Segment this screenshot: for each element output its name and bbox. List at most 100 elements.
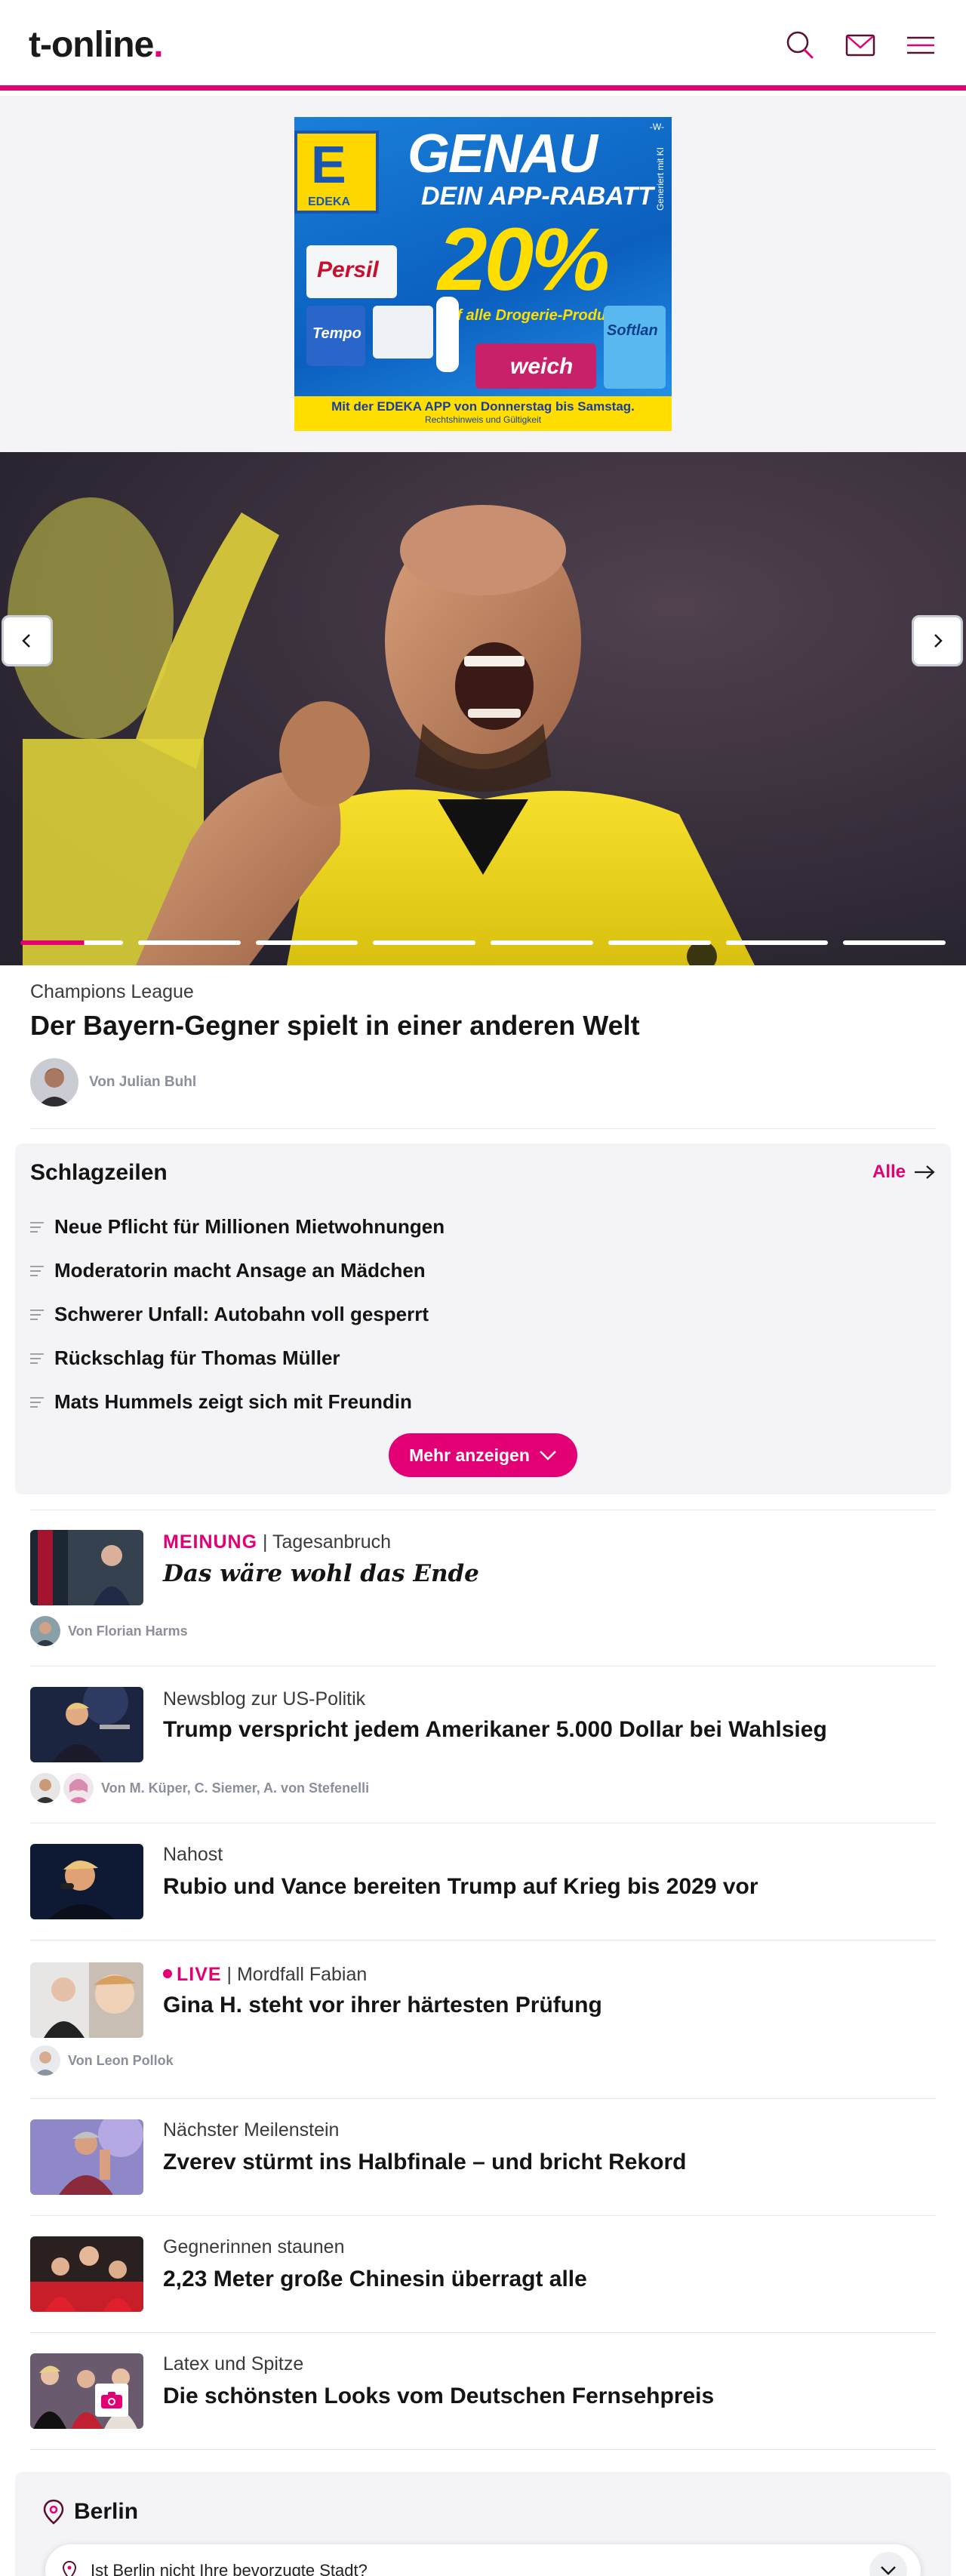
- t-online-logo[interactable]: t-online.: [29, 24, 164, 66]
- search-icon[interactable]: [783, 29, 817, 62]
- article-lines-icon: [30, 1265, 44, 1276]
- divider: [30, 2332, 936, 2333]
- ad-product-weich: weich: [475, 343, 596, 389]
- ad-footer: Mit der EDEKA APP von Donnerstag bis Sam…: [294, 396, 672, 431]
- article-title[interactable]: 2,23 Meter große Chinesin überragt alle: [163, 2267, 587, 2292]
- edeka-logo: E EDEKA: [294, 131, 379, 214]
- gallery-badge: [95, 2384, 128, 2417]
- carousel-dot[interactable]: [255, 940, 358, 945]
- ad-product-tissue: [373, 306, 433, 359]
- avatar: [30, 1616, 60, 1646]
- menu-icon[interactable]: [904, 29, 937, 62]
- hero-title[interactable]: Der Bayern-Gegner spielt in einer andere…: [30, 1010, 640, 1042]
- article-lines-icon: [30, 1396, 44, 1408]
- camera-icon: [101, 2392, 122, 2408]
- article-kicker: Latex und Spitze: [163, 2353, 304, 2374]
- ad-headline: GENAU: [408, 124, 598, 184]
- avatar: [63, 1773, 94, 1803]
- article-teaser[interactable]: Gegnerinnen staunen 2,23 Meter große Chi…: [30, 2236, 936, 2319]
- divider: [30, 1666, 936, 1667]
- ad-product-softlan: Softlan: [604, 306, 666, 389]
- chevron-down-icon: [539, 1451, 556, 1460]
- hero-author: Von Julian Buhl: [30, 1058, 196, 1106]
- article-kicker: Newsblog zur US-Politik: [163, 1688, 366, 1710]
- carousel-dot[interactable]: [137, 940, 241, 945]
- article-thumbnail: [30, 2236, 143, 2312]
- carousel-dot[interactable]: [20, 940, 123, 945]
- ad-corner-mark: -W-: [649, 122, 664, 132]
- hero-carousel[interactable]: [0, 452, 966, 965]
- chevron-right-icon: [934, 634, 943, 648]
- local-city-title: Berlin: [42, 2499, 138, 2525]
- article-teaser[interactable]: Nächster Meilenstein Zverev stürmt ins H…: [30, 2119, 936, 2202]
- article-title[interactable]: Gina H. steht vor ihrer härtesten Prüfun…: [163, 1993, 602, 2018]
- article-thumbnail: [30, 1962, 143, 2038]
- article-lines-icon: [30, 1353, 44, 1364]
- article-kicker: MEINUNG | Tagesanbruch: [163, 1531, 392, 1553]
- edeka-ad-banner[interactable]: E EDEKA GENAU DEIN APP-RABATT 20% auf al…: [294, 117, 672, 431]
- hero-image: [0, 452, 966, 965]
- carousel-dot[interactable]: [608, 940, 711, 945]
- arrow-right-icon: [915, 1165, 935, 1179]
- headline-item[interactable]: Schwerer Unfall: Autobahn voll gesperrt: [30, 1303, 429, 1326]
- article-teaser[interactable]: LIVE | Mordfall Fabian Gina H. steht vor…: [30, 1961, 936, 2104]
- hero-article-card[interactable]: Champions League Der Bayern-Gegner spiel…: [15, 966, 951, 1128]
- headlines-title: Schlagzeilen: [30, 1160, 168, 1185]
- article-title[interactable]: Trump verspricht jedem Amerikaner 5.000 …: [163, 1717, 827, 1743]
- article-lines-icon: [30, 1221, 44, 1233]
- carousel-dot[interactable]: [725, 940, 829, 945]
- article-thumbnail: [30, 1687, 143, 1762]
- carousel-dot[interactable]: [843, 940, 946, 945]
- show-more-button[interactable]: Mehr anzeigen: [389, 1433, 577, 1477]
- article-lines-icon: [30, 1309, 44, 1320]
- ad-product-bottle: [436, 297, 459, 372]
- article-teaser[interactable]: Latex und Spitze Die schönsten Looks vom…: [30, 2353, 936, 2436]
- ad-product-persil: Persil: [306, 245, 397, 298]
- article-author: Von Florian Harms: [30, 1616, 188, 1646]
- hero-kicker: Champions League: [30, 981, 194, 1002]
- avatar: [30, 1773, 60, 1803]
- article-title[interactable]: Die schönsten Looks vom Deutschen Fernse…: [163, 2384, 714, 2409]
- chevron-down-icon: [881, 2566, 896, 2575]
- location-pin-small-icon: [62, 2561, 77, 2576]
- headlines-box: Schlagzeilen Alle Neue Pflicht für Milli…: [15, 1143, 951, 1494]
- article-author: Von Leon Pollok: [30, 2045, 174, 2076]
- city-selector[interactable]: Ist Berlin nicht Ihre bevorzugte Stadt?: [45, 2544, 921, 2576]
- article-teaser[interactable]: Nahost Rubio und Vance bereiten Trump au…: [30, 1844, 936, 1927]
- article-kicker: LIVE | Mordfall Fabian: [163, 1964, 367, 1986]
- carousel-dot[interactable]: [491, 940, 593, 945]
- article-kicker: Nächster Meilenstein: [163, 2119, 340, 2141]
- site-header: t-online.: [0, 0, 966, 91]
- headline-item[interactable]: Mats Hummels zeigt sich mit Freundin: [30, 1390, 412, 1414]
- headlines-all-link[interactable]: Alle: [872, 1162, 936, 1183]
- article-teaser[interactable]: Newsblog zur US-Politik Trump verspricht…: [30, 1685, 936, 1829]
- local-news-box: Berlin Ist Berlin nicht Ihre bevorzugte …: [15, 2472, 951, 2576]
- carousel-prev-button[interactable]: [2, 615, 53, 666]
- mail-icon[interactable]: [844, 29, 877, 62]
- article-thumbnail: [30, 2353, 143, 2429]
- avatar: [30, 1058, 78, 1106]
- article-authors: Von M. Küper, C. Siemer, A. von Stefenel…: [30, 1773, 369, 1803]
- carousel-next-button[interactable]: [912, 615, 963, 666]
- headline-item[interactable]: Neue Pflicht für Millionen Mietwohnungen: [30, 1215, 445, 1239]
- article-thumbnail: [30, 1844, 143, 1919]
- article-kicker: Gegnerinnen staunen: [163, 2236, 345, 2257]
- article-title[interactable]: Zverev stürmt ins Halbfinale – und brich…: [163, 2150, 687, 2175]
- headline-item[interactable]: Rückschlag für Thomas Müller: [30, 1346, 340, 1370]
- ad-area: E EDEKA GENAU DEIN APP-RABATT 20% auf al…: [0, 96, 966, 452]
- article-title[interactable]: Das wäre wohl das Ende: [163, 1560, 479, 1587]
- article-title[interactable]: Rubio und Vance bereiten Trump auf Krieg…: [163, 1874, 758, 1900]
- city-selector-toggle[interactable]: [869, 2552, 907, 2576]
- article-thumbnail: [30, 1530, 143, 1605]
- ad-ai-note: Generiert mit KI: [655, 147, 666, 211]
- carousel-dot[interactable]: [373, 940, 475, 945]
- chevron-left-icon: [22, 634, 30, 648]
- live-indicator-icon: [163, 1969, 172, 1979]
- headline-item[interactable]: Moderatorin macht Ansage an Mädchen: [30, 1259, 426, 1282]
- divider: [30, 1823, 936, 1824]
- article-teaser[interactable]: MEINUNG | Tagesanbruch Das wäre wohl das…: [30, 1528, 936, 1672]
- ad-product-tempo: Tempo: [306, 306, 365, 366]
- ad-percent: 20%: [438, 210, 610, 309]
- location-pin-icon: [43, 2499, 64, 2525]
- ad-legal-link[interactable]: Rechtshinweis und Gültigkeit: [294, 414, 672, 425]
